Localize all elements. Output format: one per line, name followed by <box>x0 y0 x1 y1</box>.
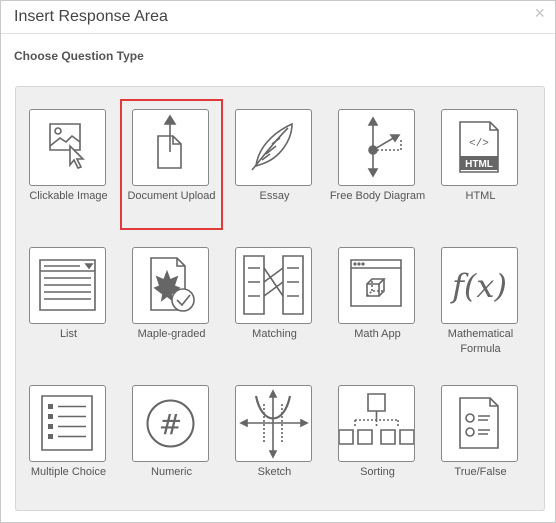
numeric-icon: # <box>132 385 209 462</box>
tile-essay[interactable]: Essay <box>223 99 326 235</box>
tile-clickable-image[interactable]: Clickable Image <box>17 99 120 235</box>
html-icon-code: </> <box>469 138 489 150</box>
html-icon-text: HTML <box>465 159 493 170</box>
html-icon: </> HTML <box>441 109 518 186</box>
tile-label: Numeric <box>151 466 192 478</box>
clickable-image-icon <box>29 109 106 186</box>
tile-mathematical-formula[interactable]: f(x) Mathematical Formula <box>429 237 532 373</box>
tile-true-false[interactable]: True/False <box>429 375 532 511</box>
math-app-icon <box>338 247 415 324</box>
tile-label: Mathematical Formula <box>447 328 514 355</box>
selection-frame <box>120 99 223 230</box>
essay-icon <box>235 109 312 186</box>
numeric-icon-text: # <box>159 408 182 441</box>
insert-response-area-dialog: Insert Response Area × Choose Question T… <box>0 0 556 523</box>
tile-math-app[interactable]: Math App <box>326 237 429 373</box>
tile-multiple-choice[interactable]: Multiple Choice <box>17 375 120 511</box>
tile-label: Sketch <box>257 466 292 478</box>
tile-free-body-diagram[interactable]: Free Body Diagram <box>326 99 429 235</box>
tile-label: True/False <box>454 466 507 478</box>
tile-sorting[interactable]: Sorting <box>326 375 429 511</box>
sketch-icon <box>235 385 312 462</box>
free-body-diagram-icon <box>338 109 415 186</box>
tile-sketch[interactable]: Sketch <box>223 375 326 511</box>
sorting-icon <box>338 385 415 462</box>
mathematical-formula-icon: f(x) <box>441 247 518 324</box>
tile-label: Matching <box>252 328 297 340</box>
maple-graded-icon <box>132 247 209 324</box>
tile-maple-graded[interactable]: Maple-graded <box>120 237 223 373</box>
list-icon <box>29 247 106 324</box>
tile-label: Math App <box>354 328 401 340</box>
tile-label: Essay <box>259 190 290 202</box>
question-type-grid: Clickable Image Document Upload Essay Fr… <box>15 86 545 511</box>
dialog-title: Insert Response Area <box>14 8 168 25</box>
tile-label: Multiple Choice <box>30 466 107 478</box>
section-label: Choose Question Type <box>14 49 144 63</box>
close-icon[interactable]: × <box>534 4 545 22</box>
multiple-choice-icon <box>29 385 106 462</box>
tile-matching[interactable]: Matching <box>223 237 326 373</box>
formula-icon-text: f(x) <box>450 267 507 305</box>
tile-label: Maple-graded <box>137 328 206 340</box>
true-false-icon <box>441 385 518 462</box>
tile-label: Clickable Image <box>29 190 108 202</box>
tile-html[interactable]: </> HTML HTML <box>429 99 532 235</box>
tile-label: HTML <box>465 190 496 202</box>
tile-label: Free Body Diagram <box>329 190 426 202</box>
tile-label: List <box>59 328 78 340</box>
matching-icon <box>235 247 312 324</box>
tile-numeric[interactable]: # Numeric <box>120 375 223 511</box>
tile-document-upload[interactable]: Document Upload <box>120 99 223 235</box>
tile-label: Sorting <box>360 466 395 478</box>
tile-list[interactable]: List <box>17 237 120 373</box>
dialog-header: Insert Response Area × <box>1 1 555 34</box>
